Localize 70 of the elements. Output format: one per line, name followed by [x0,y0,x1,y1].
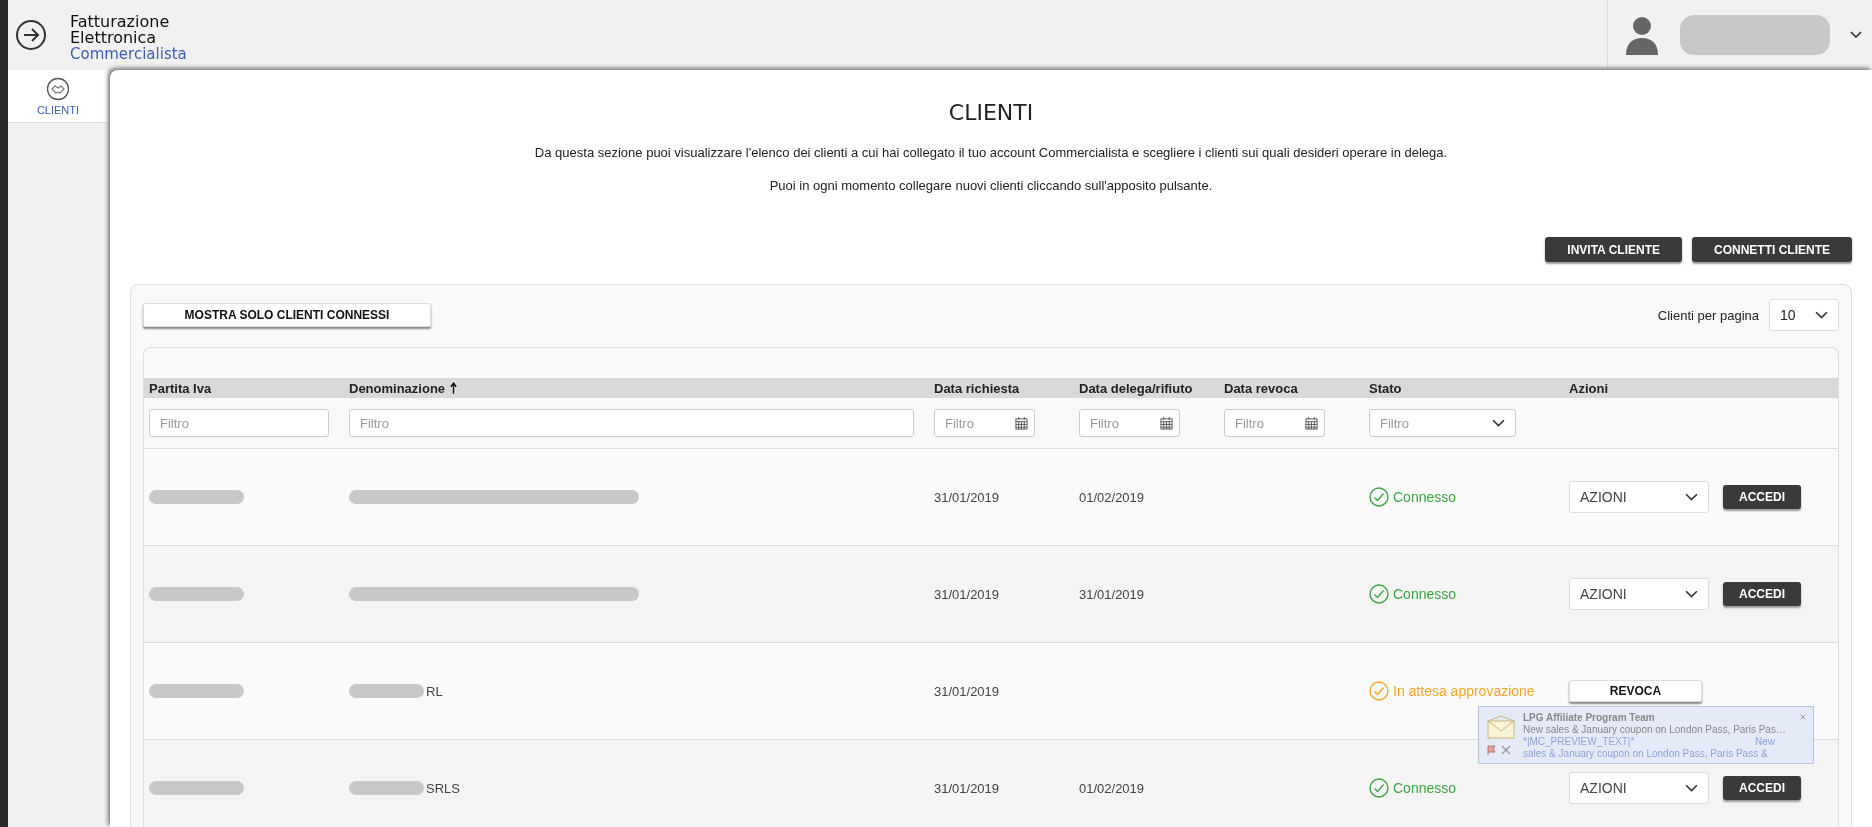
chevron-down-icon [1492,418,1505,428]
redacted-vat-number-link[interactable] [149,781,244,795]
status-text: Connesso [1393,780,1457,796]
chevron-down-icon[interactable] [1850,31,1862,39]
notification-preview: New [1755,736,1775,748]
filter-field[interactable]: Filtro [149,409,329,437]
notification-body: sales & January coupon on London Pass, Paris Pass & [1523,748,1768,760]
delegation-date: 01/02/2019 [1079,780,1145,796]
delegation-date: 31/01/2019 [1079,586,1145,602]
chevron-down-icon [1815,310,1828,320]
delegation-date: 01/02/2019 [1079,489,1145,505]
chevron-down-icon [1685,589,1698,599]
column-header[interactable]: Data richiesta [934,380,1020,396]
column-header[interactable]: Azioni [1569,380,1608,396]
description-text: Da questa sezione puoi visualizzare l'elenco dei clienti a cui hai collegato il tuo account Commercialista e scegliere i clienti sui quali desideri operare in delega. [533,145,1449,160]
notification-preview: *|MC_PREVIEW_TEXT|* [1523,736,1635,748]
app-subtitle: Commercialista [70,46,187,62]
notification-subject: New sales & January coupon on London Pass, Paris Pas… [1523,724,1786,736]
column-header[interactable]: Data revoca [1224,380,1298,396]
actions-select[interactable]: AZIONI [1569,481,1709,513]
column-header[interactable]: Denominazione [349,380,446,396]
request-date: 31/01/2019 [934,489,1000,505]
calendar-icon[interactable] [1015,417,1028,430]
redacted-vat-number-link[interactable] [149,587,244,601]
actions-select[interactable]: AZIONI [1569,578,1709,610]
column-header[interactable]: Stato [1369,380,1402,396]
action-button[interactable]: CONNETTI CLIENTE [1692,237,1852,262]
app-title: Fatturazione [70,14,171,30]
status-text: Connesso [1393,586,1457,602]
handshake-icon [46,76,70,101]
app-title: Elettronica [70,30,158,46]
request-date: 31/01/2019 [934,586,1000,602]
filter-toggle-button[interactable]: MOSTRA SOLO CLIENTI CONNESSI [143,303,431,327]
date-filter-field[interactable]: Filtro [934,409,1035,437]
action-button[interactable]: INVITA CLIENTE [1545,237,1682,262]
status-text: Connesso [1393,489,1457,505]
status-text: In attesa approvazione [1393,683,1535,699]
delete-x-icon[interactable] [1501,745,1511,755]
chevron-down-icon [1685,492,1698,502]
access-button[interactable]: ACCEDI [1723,776,1801,800]
envelope-icon [1487,715,1515,739]
redacted-vat-number-link[interactable] [149,684,244,698]
calendar-icon[interactable] [1305,417,1318,430]
chevron-down-icon [1685,783,1698,793]
date-filter-field[interactable]: Filtro [1224,409,1325,437]
request-date: 31/01/2019 [934,780,1000,796]
description-text: Puoi in ogni momento collegare nuovi clienti cliccando sull'apposito pulsante. [768,178,1214,193]
date-filter-field[interactable]: Filtro [1079,409,1180,437]
request-date: 31/01/2019 [934,683,1000,699]
close-icon[interactable] [1799,713,1807,721]
calendar-icon[interactable] [1160,417,1173,430]
access-button[interactable]: ACCEDI [1723,485,1801,509]
access-button[interactable]: ACCEDI [1723,582,1801,606]
actions-select[interactable]: AZIONI [1569,772,1709,804]
client-name-text: RL [426,683,443,699]
revoke-button[interactable]: REVOCA [1569,680,1702,702]
sidebar-item[interactable]: CLIENTI [8,70,108,123]
filter-field[interactable]: Filtro [349,409,914,437]
client-name-text: SRLS [426,780,460,796]
notification-sender: LPG Affiliate Program Team [1523,712,1655,724]
flag-icon[interactable] [1487,745,1497,755]
page-title: CLIENTI [947,100,1035,125]
column-header[interactable]: Partita Iva [149,380,212,396]
redacted-vat-number-link[interactable] [149,490,244,504]
sidebar-label: CLIENTI [36,103,80,116]
page-size-label: Clienti per pagina [1657,307,1759,323]
column-header[interactable]: Data delega/rifiuto [1079,380,1193,396]
page-size-select[interactable]: 10 [1769,299,1839,331]
arrow-circle-icon[interactable] [15,19,47,51]
user-silhouette-icon [1624,15,1660,55]
